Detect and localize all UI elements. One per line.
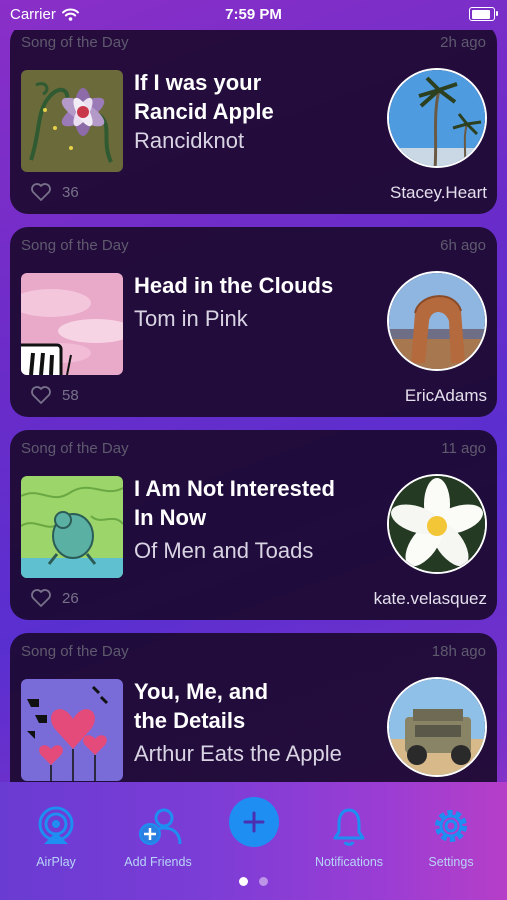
like-count: 58: [62, 386, 79, 404]
artist-name[interactable]: Arthur Eats the Apple: [134, 741, 394, 767]
album-art[interactable]: [21, 70, 123, 172]
album-art[interactable]: [21, 273, 123, 375]
song-card[interactable]: Song of the Day 6h ago Head in the Cloud…: [10, 227, 497, 417]
like-control[interactable]: 36: [30, 182, 79, 202]
tab-airplay[interactable]: AirPlay: [11, 806, 101, 869]
album-art[interactable]: [21, 476, 123, 578]
tab-notifications[interactable]: Notifications: [304, 806, 394, 869]
card-label: Song of the Day: [21, 440, 129, 457]
heart-icon[interactable]: [30, 385, 52, 405]
user-avatar[interactable]: [387, 68, 487, 168]
bell-icon[interactable]: [331, 806, 367, 846]
airplay-icon[interactable]: [36, 806, 76, 846]
user-avatar[interactable]: [387, 677, 487, 777]
artist-name[interactable]: Rancidknot: [134, 128, 394, 154]
user-avatar[interactable]: [387, 271, 487, 371]
like-count: 26: [62, 589, 79, 607]
like-control[interactable]: 58: [30, 385, 79, 405]
tab-airplay-label: AirPlay: [36, 855, 76, 869]
card-time: 18h ago: [431, 643, 486, 660]
status-time: 7:59 PM: [225, 6, 282, 23]
username[interactable]: Stacey.Heart: [390, 183, 487, 203]
add-friends-icon[interactable]: [134, 806, 182, 846]
song-card[interactable]: Song of the Day 11 ago I Am Not Interest…: [10, 430, 497, 620]
tab-settings-label: Settings: [428, 855, 474, 869]
battery-icon: [469, 7, 498, 21]
song-card[interactable]: Song of the Day 2h ago If I was your Ran…: [10, 30, 497, 214]
tab-add-friends-label: Add Friends: [124, 855, 192, 869]
card-label: Song of the Day: [21, 643, 129, 660]
card-label: Song of the Day: [21, 34, 129, 51]
page-dot[interactable]: [259, 877, 268, 886]
status-bar: Carrier 7:59 PM: [0, 0, 507, 30]
username[interactable]: EricAdams: [405, 386, 487, 406]
heart-icon[interactable]: [30, 182, 52, 202]
tab-notifications-label: Notifications: [314, 855, 384, 869]
card-label: Song of the Day: [21, 237, 129, 254]
song-title[interactable]: Head in the Clouds: [134, 271, 384, 300]
like-control[interactable]: 26: [30, 588, 79, 608]
song-title[interactable]: I Am Not Interested In Now: [134, 474, 384, 532]
plus-icon[interactable]: [242, 810, 266, 834]
heart-icon[interactable]: [30, 588, 52, 608]
user-avatar[interactable]: [387, 474, 487, 574]
username[interactable]: kate.velasquez: [374, 589, 487, 609]
song-title[interactable]: If I was your Rancid Apple: [134, 68, 384, 126]
add-song-button[interactable]: [229, 797, 279, 847]
like-count: 36: [62, 183, 79, 201]
artist-name[interactable]: Of Men and Toads: [134, 538, 394, 564]
tab-add-friends[interactable]: Add Friends: [113, 806, 203, 869]
page-dot-active[interactable]: [239, 877, 248, 886]
tab-settings[interactable]: Settings: [406, 806, 496, 869]
card-time: 2h ago: [440, 34, 486, 51]
card-time: 6h ago: [440, 237, 486, 254]
song-card[interactable]: Song of the Day 18h ago You, Me, and the…: [10, 633, 497, 782]
song-title[interactable]: You, Me, and the Details: [134, 677, 384, 735]
card-time: 11 ago: [441, 440, 486, 457]
album-art[interactable]: [21, 679, 123, 781]
tab-bar: AirPlay Add Friends Notifications Settin…: [0, 782, 507, 900]
gear-icon[interactable]: [431, 806, 471, 846]
artist-name[interactable]: Tom in Pink: [134, 306, 394, 332]
song-feed[interactable]: Song of the Day 2h ago If I was your Ran…: [0, 30, 507, 782]
